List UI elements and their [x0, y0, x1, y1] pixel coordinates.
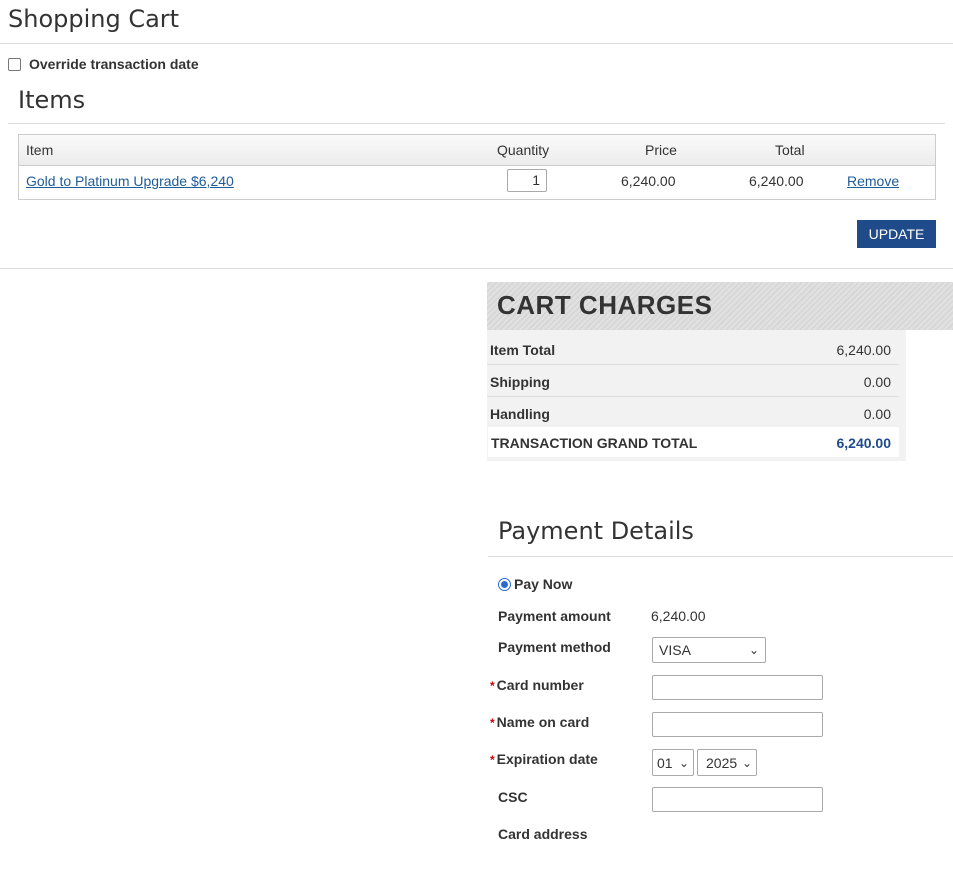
charge-row-handling: Handling 0.00 — [487, 397, 899, 428]
override-label: Override transaction date — [29, 56, 199, 72]
expiration-month-select[interactable]: 01 ⌄ — [652, 749, 694, 776]
card-number-text: Card number — [496, 677, 584, 693]
cart-charges-table: Item Total 6,240.00 Shipping 0.00 Handli… — [487, 330, 906, 461]
payment-amount-value: 6,240.00 — [651, 608, 706, 624]
charge-value: 6,240.00 — [836, 342, 892, 358]
items-title: Items — [18, 86, 86, 114]
item-link[interactable]: Gold to Platinum Upgrade $6,240 — [26, 173, 234, 189]
grand-total-value: 6,240.00 — [836, 435, 892, 451]
charge-value: 0.00 — [863, 374, 891, 390]
payment-method-value: VISA — [659, 642, 691, 658]
header-price: Price — [645, 142, 677, 158]
pay-now-radio[interactable] — [498, 577, 511, 591]
divider — [8, 123, 945, 124]
card-number-input[interactable] — [652, 675, 823, 700]
required-marker: * — [490, 679, 495, 693]
expiration-year-value: 2025 — [706, 754, 738, 771]
expiration-month-value: 01 — [657, 754, 673, 771]
grand-total-label: TRANSACTION GRAND TOTAL — [491, 435, 698, 451]
csc-input[interactable] — [652, 787, 823, 812]
csc-label: CSC — [498, 789, 528, 805]
item-price: 6,240.00 — [621, 173, 676, 189]
page-title: Shopping Cart — [8, 5, 180, 33]
charge-label: Item Total — [490, 342, 556, 358]
charge-row-shipping: Shipping 0.00 — [487, 365, 899, 397]
header-quantity: Quantity — [497, 142, 550, 158]
divider — [488, 556, 953, 557]
payment-method-label: Payment method — [498, 639, 611, 655]
header-total: Total — [775, 142, 805, 158]
override-checkbox[interactable] — [8, 57, 21, 71]
expiration-date-label: * Expiration date — [490, 751, 598, 767]
divider — [0, 43, 953, 44]
chevron-down-icon: ⌄ — [748, 643, 759, 657]
name-on-card-label: * Name on card — [490, 714, 589, 730]
payment-amount-label: Payment amount — [498, 608, 611, 624]
header-item: Item — [26, 142, 54, 158]
name-on-card-text: Name on card — [496, 714, 590, 730]
payment-details-title: Payment Details — [498, 517, 694, 545]
table-header: Item Quantity Price Total — [19, 135, 935, 166]
expiration-year-select[interactable]: 2025 ⌄ — [697, 749, 757, 776]
quantity-input[interactable]: 1 — [507, 169, 547, 192]
required-marker: * — [490, 716, 495, 730]
pay-now-label: Pay Now — [514, 576, 573, 592]
charge-row-item-total: Item Total 6,240.00 — [487, 333, 899, 365]
expiration-date-text: Expiration date — [496, 751, 598, 767]
items-table: Item Quantity Price Total Gold to Platin… — [18, 134, 936, 200]
chevron-down-icon: ⌄ — [741, 755, 752, 770]
card-number-label: * Card number — [490, 677, 584, 693]
payment-method-select[interactable]: VISA ⌄ — [652, 637, 766, 663]
divider — [0, 268, 953, 269]
item-total: 6,240.00 — [749, 173, 804, 189]
chevron-down-icon: ⌄ — [678, 755, 689, 770]
charge-label: Handling — [490, 406, 550, 422]
update-button[interactable]: UPDATE — [857, 220, 936, 248]
charge-value: 0.00 — [863, 406, 891, 422]
cart-charges-header: CART CHARGES — [487, 282, 953, 330]
pay-now-option[interactable]: Pay Now — [498, 576, 572, 592]
charge-row-grand-total: TRANSACTION GRAND TOTAL 6,240.00 — [488, 427, 899, 457]
remove-link[interactable]: Remove — [847, 173, 899, 189]
name-on-card-input[interactable] — [652, 712, 823, 737]
override-transaction-date[interactable]: Override transaction date — [8, 56, 199, 72]
card-address-label: Card address — [498, 826, 588, 842]
charge-label: Shipping — [490, 374, 550, 390]
required-marker: * — [490, 753, 495, 767]
cart-charges-title: CART CHARGES — [497, 290, 713, 320]
